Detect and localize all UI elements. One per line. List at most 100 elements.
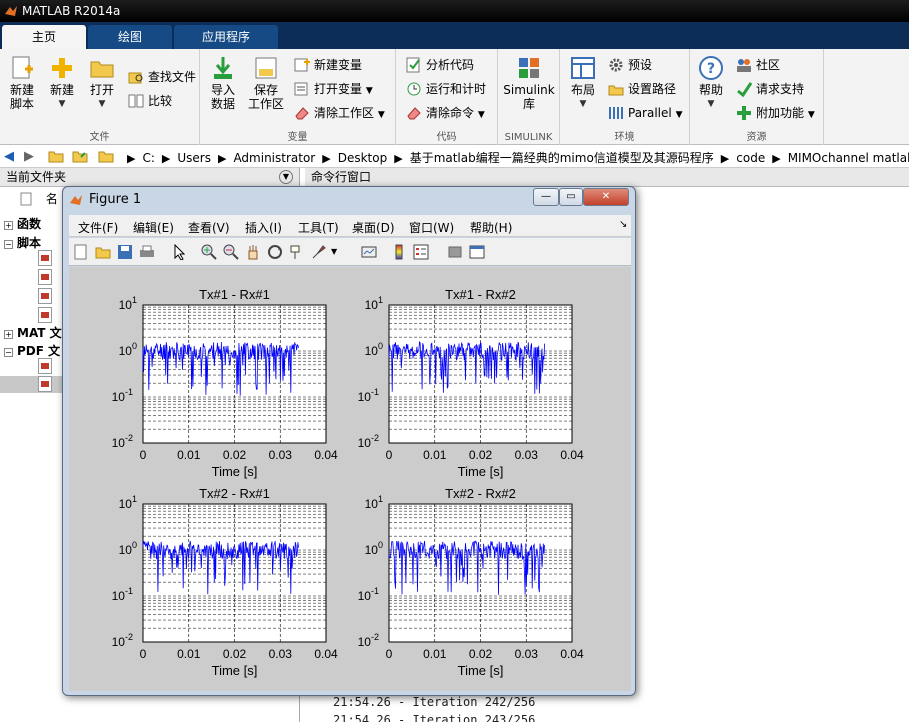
- rotate-3d-icon[interactable]: [267, 244, 283, 260]
- help-button[interactable]: ? 帮助 ▼: [696, 55, 726, 111]
- chevron-down-icon[interactable]: ▼: [331, 247, 347, 263]
- run-and-time-button[interactable]: 运行和计时: [406, 79, 486, 99]
- print-icon[interactable]: [139, 244, 155, 260]
- layout-button[interactable]: 布局 ▼: [566, 55, 600, 111]
- breadcrumb-item[interactable]: Administrator: [233, 151, 315, 165]
- add-ons-button[interactable]: 附加功能 ▼: [736, 103, 815, 123]
- new-figure-icon[interactable]: [73, 244, 89, 260]
- expand-icon[interactable]: +: [4, 330, 13, 339]
- save-icon[interactable]: [117, 244, 133, 260]
- save-workspace-button[interactable]: 保存 工作区: [246, 55, 286, 111]
- breadcrumb-separator-icon[interactable]: ▶: [322, 152, 330, 165]
- clear-commands-button[interactable]: 清除命令 ▼: [406, 103, 485, 123]
- minimize-button[interactable]: —: [533, 188, 559, 206]
- set-path-button[interactable]: 设置路径: [608, 79, 676, 99]
- menu-window[interactable]: 窗口(W): [409, 219, 454, 236]
- simulink-library-button[interactable]: Simulink 库: [502, 55, 556, 111]
- dock-icon[interactable]: ↘: [619, 219, 627, 230]
- tree-group-pdf-files[interactable]: − PDF 文: [4, 342, 60, 359]
- y-tick-label: 101: [365, 494, 383, 511]
- up-folder-icon[interactable]: [48, 149, 64, 163]
- tree-group-mat-files[interactable]: + MAT 文: [4, 324, 62, 341]
- ribbon-section-environment: 布局 ▼ 预设 设置路径 Parallel ▼ 环境: [560, 49, 690, 145]
- panel-menu-icon[interactable]: ▼: [279, 170, 293, 184]
- data-cursor-icon[interactable]: [289, 244, 305, 260]
- forward-arrow-icon[interactable]: ▶: [24, 149, 34, 164]
- preferences-button[interactable]: 预设: [608, 55, 652, 75]
- subplot[interactable]: 0 0.01 0.02 0.03 0.0410-210-1100101 Tx#1 - Rx…: [112, 287, 338, 479]
- script-file-icon[interactable]: [38, 269, 52, 285]
- menu-view[interactable]: 查看(V): [188, 219, 230, 236]
- find-files-button[interactable]: 查找文件: [128, 67, 196, 87]
- collapse-icon[interactable]: −: [4, 348, 13, 357]
- menu-tools[interactable]: 工具(T): [298, 219, 339, 236]
- breadcrumb-separator-icon[interactable]: ▶: [127, 152, 135, 165]
- script-file-icon[interactable]: [38, 250, 52, 266]
- legend-icon[interactable]: [413, 244, 429, 260]
- subplot-title: Tx#1 - Rx#2: [445, 287, 516, 302]
- breadcrumb-separator-icon[interactable]: ▶: [394, 152, 402, 165]
- breadcrumb-item[interactable]: code: [736, 151, 765, 165]
- zoom-in-icon[interactable]: [201, 244, 217, 260]
- parallel-button[interactable]: Parallel ▼: [608, 103, 682, 123]
- menu-file[interactable]: 文件(F): [78, 219, 118, 236]
- tree-group-scripts[interactable]: − 脚本: [4, 234, 41, 251]
- back-arrow-icon[interactable]: ◀: [4, 149, 14, 164]
- expand-icon[interactable]: +: [4, 221, 13, 230]
- figure-canvas[interactable]: 0 0.01 0.02 0.03 0.04 10-2 10-1 100 101 Tx#1 - Rx…: [69, 267, 631, 691]
- clear-workspace-button[interactable]: 清除工作区 ▼: [294, 103, 385, 123]
- figure-window[interactable]: Figure 1 — ▭ ✕ 文件(F) 编辑(E) 查看(V) 插入(I) 工…: [62, 186, 636, 696]
- new-button[interactable]: 新建 ▼: [46, 55, 78, 111]
- link-plot-icon[interactable]: [361, 244, 377, 260]
- breadcrumb-separator-icon[interactable]: ▶: [162, 152, 170, 165]
- open-variable-button[interactable]: 打开变量 ▼: [294, 79, 373, 99]
- breadcrumb-item[interactable]: MIMOchannel matlab: [788, 151, 909, 165]
- find-files-label: 查找文件: [148, 70, 197, 84]
- analyze-code-button[interactable]: 分析代码: [406, 55, 474, 75]
- breadcrumb-item[interactable]: C:: [142, 151, 154, 165]
- breadcrumb-separator-icon[interactable]: ▶: [772, 152, 780, 165]
- request-support-button[interactable]: 请求支持: [736, 79, 804, 99]
- maximize-button[interactable]: ▭: [559, 188, 583, 206]
- menu-help[interactable]: 帮助(H): [470, 219, 512, 236]
- tab-home[interactable]: 主页: [2, 25, 86, 49]
- collapse-icon[interactable]: −: [4, 240, 13, 249]
- menu-insert[interactable]: 插入(I): [245, 219, 282, 236]
- subplot[interactable]: 0 0.01 0.02 0.03 0.0410-210-1100101 Tx#2 - Rx…: [358, 486, 584, 678]
- show-tools-icon[interactable]: [469, 244, 485, 260]
- brush-icon[interactable]: [311, 244, 327, 260]
- breadcrumb-item[interactable]: Desktop: [338, 151, 388, 165]
- pointer-icon[interactable]: [171, 244, 187, 260]
- new-variable-button[interactable]: 新建变量: [294, 55, 362, 75]
- tab-apps[interactable]: 应用程序: [174, 25, 278, 49]
- tab-plots[interactable]: 绘图: [88, 25, 172, 49]
- name-column-header[interactable]: 名: [20, 190, 58, 207]
- subplot[interactable]: 0 0.01 0.02 0.03 0.0410-210-1100101 Tx#2 - Rx…: [112, 486, 338, 678]
- breadcrumb-separator-icon[interactable]: ▶: [721, 152, 729, 165]
- script-file-icon[interactable]: [38, 307, 52, 323]
- menu-desktop[interactable]: 桌面(D): [352, 219, 395, 236]
- subplot-grid[interactable]: 0 0.01 0.02 0.03 0.0410-210-1100101 Tx#1 - Rx…: [69, 267, 631, 691]
- script-file-icon[interactable]: [38, 288, 52, 304]
- zoom-out-icon[interactable]: [223, 244, 239, 260]
- breadcrumb-separator-icon[interactable]: ▶: [218, 152, 226, 165]
- browse-folder-icon[interactable]: [72, 149, 88, 163]
- y-tick-exponent: -1: [125, 586, 133, 596]
- menu-edit[interactable]: 编辑(E): [133, 219, 174, 236]
- hide-tools-icon[interactable]: [447, 244, 463, 260]
- close-button[interactable]: ✕: [583, 188, 629, 206]
- selected-row[interactable]: [0, 376, 62, 393]
- open-button[interactable]: 打开 ▼: [86, 55, 118, 111]
- pan-hand-icon[interactable]: [245, 244, 261, 260]
- import-data-button[interactable]: 导入 数据: [206, 55, 240, 111]
- colorbar-icon[interactable]: [391, 244, 407, 260]
- breadcrumb-item[interactable]: 基于matlab编程一篇经典的mimo信道模型及其源码程序: [410, 151, 714, 165]
- new-script-button[interactable]: 新建 脚本: [6, 55, 38, 111]
- tree-group-functions[interactable]: + 函数: [4, 215, 41, 232]
- compare-button[interactable]: 比较: [128, 91, 172, 111]
- open-file-icon[interactable]: [95, 244, 111, 260]
- pdf-file-icon[interactable]: [38, 358, 52, 374]
- breadcrumb-item[interactable]: Users: [177, 151, 211, 165]
- subplot[interactable]: 0 0.01 0.02 0.03 0.0410-210-1100101 Tx#1 - Rx…: [358, 287, 584, 479]
- community-button[interactable]: 社区: [736, 55, 780, 75]
